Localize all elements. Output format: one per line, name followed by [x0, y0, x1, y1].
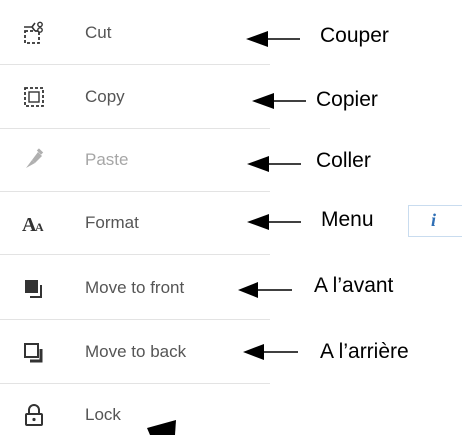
annotation-paste: Coller — [316, 149, 371, 172]
annotation-cut: Couper — [320, 24, 389, 47]
arrow-paste — [247, 156, 301, 172]
arrow-cut — [246, 31, 300, 47]
arrow-format — [247, 214, 301, 230]
annotation-arrows — [147, 31, 306, 435]
annotation-front: A l’avant — [314, 274, 394, 297]
info-icon: i — [431, 210, 437, 230]
cursor-pointer-mark — [147, 420, 176, 435]
arrow-back — [243, 344, 298, 360]
annotation-format: Menu — [321, 208, 374, 231]
arrow-copy — [252, 93, 306, 109]
annotation-copy: Copier — [316, 88, 378, 111]
annotation-back: A l’arrière — [320, 340, 409, 363]
arrow-front — [238, 282, 292, 298]
